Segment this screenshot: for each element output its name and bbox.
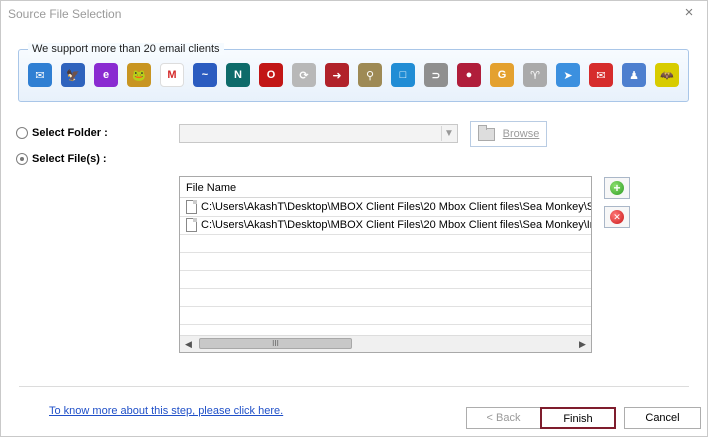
folder-path-select[interactable]: ▼ bbox=[179, 124, 458, 143]
pocomail-icon: 🐸 bbox=[127, 63, 151, 87]
plus-icon: + bbox=[610, 181, 624, 195]
back-button[interactable]: < Back bbox=[466, 407, 541, 429]
postbox-icon: □ bbox=[391, 63, 415, 87]
scroll-left-icon[interactable]: ◀ bbox=[180, 336, 197, 352]
opera-icon: O bbox=[259, 63, 283, 87]
file-icon bbox=[186, 218, 197, 232]
mulberry-icon: ♟ bbox=[622, 63, 646, 87]
file-path: C:\Users\AkashT\Desktop\MBOX Client File… bbox=[201, 201, 592, 213]
select-folder-label: Select Folder : bbox=[32, 127, 108, 139]
cancel-button[interactable]: Cancel bbox=[624, 407, 701, 429]
scroll-right-icon[interactable]: ▶ bbox=[574, 336, 591, 352]
remove-icon: ✕ bbox=[610, 210, 624, 224]
file-icon bbox=[186, 200, 197, 214]
supported-clients-caption: We support more than 20 email clients bbox=[28, 43, 224, 55]
remove-file-button[interactable]: ✕ bbox=[604, 206, 630, 228]
folder-icon bbox=[477, 124, 495, 141]
select-files-radio[interactable]: Select File(s) : bbox=[16, 151, 107, 167]
spicebird-icon: ➤ bbox=[556, 63, 580, 87]
radio-selected-icon bbox=[16, 153, 28, 165]
chevron-down-icon: ▼ bbox=[441, 126, 456, 141]
empty-row bbox=[180, 253, 591, 271]
sylpheed-icon: ⚲ bbox=[358, 63, 382, 87]
g-mail-icon: G bbox=[490, 63, 514, 87]
help-link[interactable]: To know more about this step, please cli… bbox=[49, 405, 283, 417]
claws-icon: ● bbox=[457, 63, 481, 87]
gnu-icon: ♈ bbox=[523, 63, 547, 87]
the-bat-icon: 🦇 bbox=[655, 63, 679, 87]
finish-button[interactable]: Finish bbox=[540, 407, 616, 429]
file-row[interactable]: C:\Users\AkashT\Desktop\MBOX Client File… bbox=[180, 199, 591, 217]
seamonkey-icon: ~ bbox=[193, 63, 217, 87]
file-row[interactable]: C:\Users\AkashT\Desktop\MBOX Client File… bbox=[180, 217, 591, 235]
empty-row bbox=[180, 235, 591, 253]
add-file-button[interactable]: + bbox=[604, 177, 630, 199]
empty-row bbox=[180, 289, 591, 307]
window-title: Source File Selection bbox=[8, 7, 122, 21]
mail-envelope-icon: ✉ bbox=[589, 63, 613, 87]
scroll-thumb[interactable]: III bbox=[199, 338, 352, 349]
radio-icon bbox=[16, 127, 28, 139]
empty-row bbox=[180, 271, 591, 289]
mail-sync-icon: ⟳ bbox=[292, 63, 316, 87]
select-folder-radio[interactable]: Select Folder : bbox=[16, 125, 108, 141]
column-header-file-name: File Name bbox=[186, 182, 237, 194]
source-file-selection-dialog: Source File Selection × We support more … bbox=[0, 0, 708, 437]
horizontal-scrollbar[interactable]: ◀ III ▶ bbox=[180, 335, 591, 352]
browse-button[interactable]: Browse bbox=[470, 121, 547, 147]
file-list[interactable]: File Name C:\Users\AkashT\Desktop\MBOX C… bbox=[179, 176, 592, 353]
eudora-icon: e bbox=[94, 63, 118, 87]
thunderbird-icon: 🦅 bbox=[61, 63, 85, 87]
file-list-header: File Name bbox=[180, 177, 591, 198]
mailbox-arrow-icon: ➜ bbox=[325, 63, 349, 87]
footer-divider bbox=[19, 386, 689, 387]
mail-icon: ✉ bbox=[28, 63, 52, 87]
netscape-icon: N bbox=[226, 63, 250, 87]
gmail-icon: M bbox=[160, 63, 184, 87]
close-icon[interactable]: × bbox=[681, 5, 697, 21]
gnome-evolution-icon: ⊃ bbox=[424, 63, 448, 87]
browse-label: Browse bbox=[502, 128, 540, 140]
file-path: C:\Users\AkashT\Desktop\MBOX Client File… bbox=[201, 219, 592, 231]
select-files-label: Select File(s) : bbox=[32, 153, 107, 165]
empty-row bbox=[180, 307, 591, 325]
email-client-icons: ✉ 🦅 e 🐸 M ~ N O ⟳ ➜ ⚲ □ ⊃ ● G ♈ ➤ ✉ ♟ 🦇 bbox=[28, 63, 688, 91]
title-bar: Source File Selection × bbox=[1, 1, 707, 27]
